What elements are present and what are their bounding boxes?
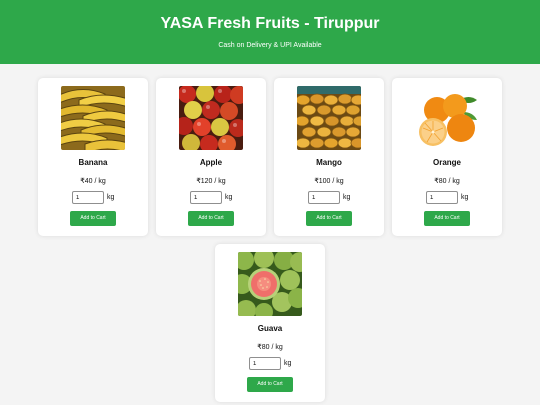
add-to-cart-button[interactable]: Add to Cart xyxy=(306,211,352,226)
product-card-mango: Mango ₹100 / kg kg Add to Cart xyxy=(274,78,384,236)
apple-image xyxy=(179,86,243,150)
product-name: Apple xyxy=(199,158,223,167)
add-to-cart-button[interactable]: Add to Cart xyxy=(188,211,234,226)
product-name: Guava xyxy=(257,324,283,333)
mango-image xyxy=(297,86,361,150)
product-name: Banana xyxy=(78,158,108,167)
product-price: ₹100 / kg xyxy=(314,178,344,185)
add-to-cart-button[interactable]: Add to Cart xyxy=(424,211,470,226)
quantity-row: kg xyxy=(274,191,384,205)
quantity-input[interactable] xyxy=(190,191,222,204)
quantity-row: kg xyxy=(156,191,266,205)
product-price: ₹80 / kg xyxy=(434,178,460,185)
site-header: YASA Fresh Fruits - Tiruppur Cash on Del… xyxy=(0,0,540,64)
orange-image xyxy=(415,86,479,150)
quantity-row: kg xyxy=(392,191,502,205)
site-subtitle: Cash on Delivery & UPI Available xyxy=(218,42,322,49)
product-price: ₹80 / kg xyxy=(257,344,283,351)
quantity-unit: kg xyxy=(284,360,292,367)
product-price: ₹40 / kg xyxy=(80,178,106,185)
quantity-input[interactable] xyxy=(72,191,104,204)
quantity-input[interactable] xyxy=(308,191,340,204)
product-name: Mango xyxy=(316,158,342,167)
quantity-row: kg xyxy=(215,357,325,371)
banana-image xyxy=(61,86,125,150)
quantity-unit: kg xyxy=(225,194,233,201)
quantity-unit: kg xyxy=(461,194,469,201)
site-title: YASA Fresh Fruits - Tiruppur xyxy=(160,15,380,32)
guava-image xyxy=(238,252,302,316)
add-to-cart-button[interactable]: Add to Cart xyxy=(70,211,116,226)
quantity-input[interactable] xyxy=(426,191,458,204)
quantity-unit: kg xyxy=(343,194,351,201)
product-name: Orange xyxy=(432,158,461,167)
product-card-guava: Guava ₹80 / kg kg Add to Cart xyxy=(215,244,325,402)
product-price: ₹120 / kg xyxy=(196,178,226,185)
product-card-banana: Banana ₹40 / kg kg Add to Cart xyxy=(38,78,148,236)
add-to-cart-button[interactable]: Add to Cart xyxy=(247,377,293,392)
quantity-unit: kg xyxy=(107,194,115,201)
quantity-row: kg xyxy=(38,191,148,205)
product-card-apple: Apple ₹120 / kg kg Add to Cart xyxy=(156,78,266,236)
product-card-orange: Orange ₹80 / kg kg Add to Cart xyxy=(392,78,502,236)
quantity-input[interactable] xyxy=(249,357,281,370)
